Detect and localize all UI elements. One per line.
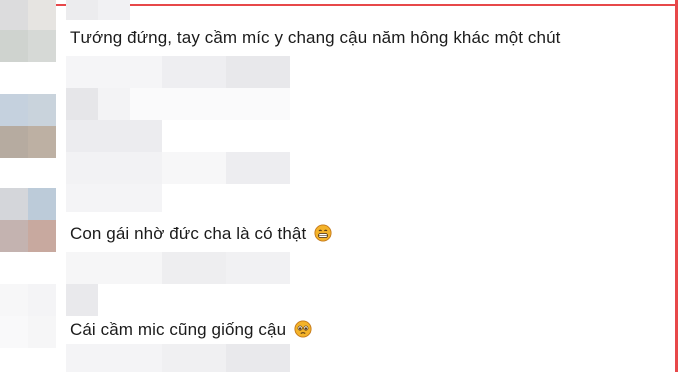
blurred-content — [226, 344, 290, 372]
blurred-content — [162, 152, 226, 184]
comment-body: Tướng đứng, tay cầm míc y chang cậu năm … — [70, 28, 561, 47]
blurred-content — [66, 344, 162, 372]
comment-body: Cái cầm mic cũng giống cậu — [70, 320, 291, 339]
grinning-face-icon — [314, 224, 332, 242]
pleading-face-icon — [294, 320, 312, 338]
blurred-avatar[interactable] — [0, 94, 56, 158]
comment-text: Tướng đứng, tay cầm míc y chang cậu năm … — [70, 27, 560, 49]
blurred-avatar[interactable] — [0, 0, 56, 62]
comment-text: Con gái nhờ đức cha là có thật — [70, 223, 332, 245]
blurred-content — [66, 252, 162, 284]
blurred-content — [66, 56, 162, 88]
blurred-content — [162, 252, 226, 284]
blurred-content — [98, 88, 130, 120]
blurred-content — [162, 344, 226, 372]
blurred-content — [162, 56, 226, 88]
blurred-content — [66, 120, 162, 152]
comment-body: Con gái nhờ đức cha là có thật — [70, 224, 307, 243]
blurred-content — [226, 152, 290, 184]
blurred-avatar[interactable] — [0, 188, 56, 252]
blurred-content — [226, 56, 290, 88]
comment-text: Cái cầm mic cũng giống cậu — [70, 319, 312, 341]
blurred-username — [98, 0, 130, 20]
blurred-content — [66, 184, 162, 212]
blurred-content — [130, 88, 290, 120]
blurred-content — [66, 88, 98, 120]
blurred-avatar[interactable] — [0, 284, 56, 348]
blurred-content — [226, 252, 290, 284]
blurred-content — [66, 284, 98, 316]
blurred-content — [66, 152, 162, 184]
